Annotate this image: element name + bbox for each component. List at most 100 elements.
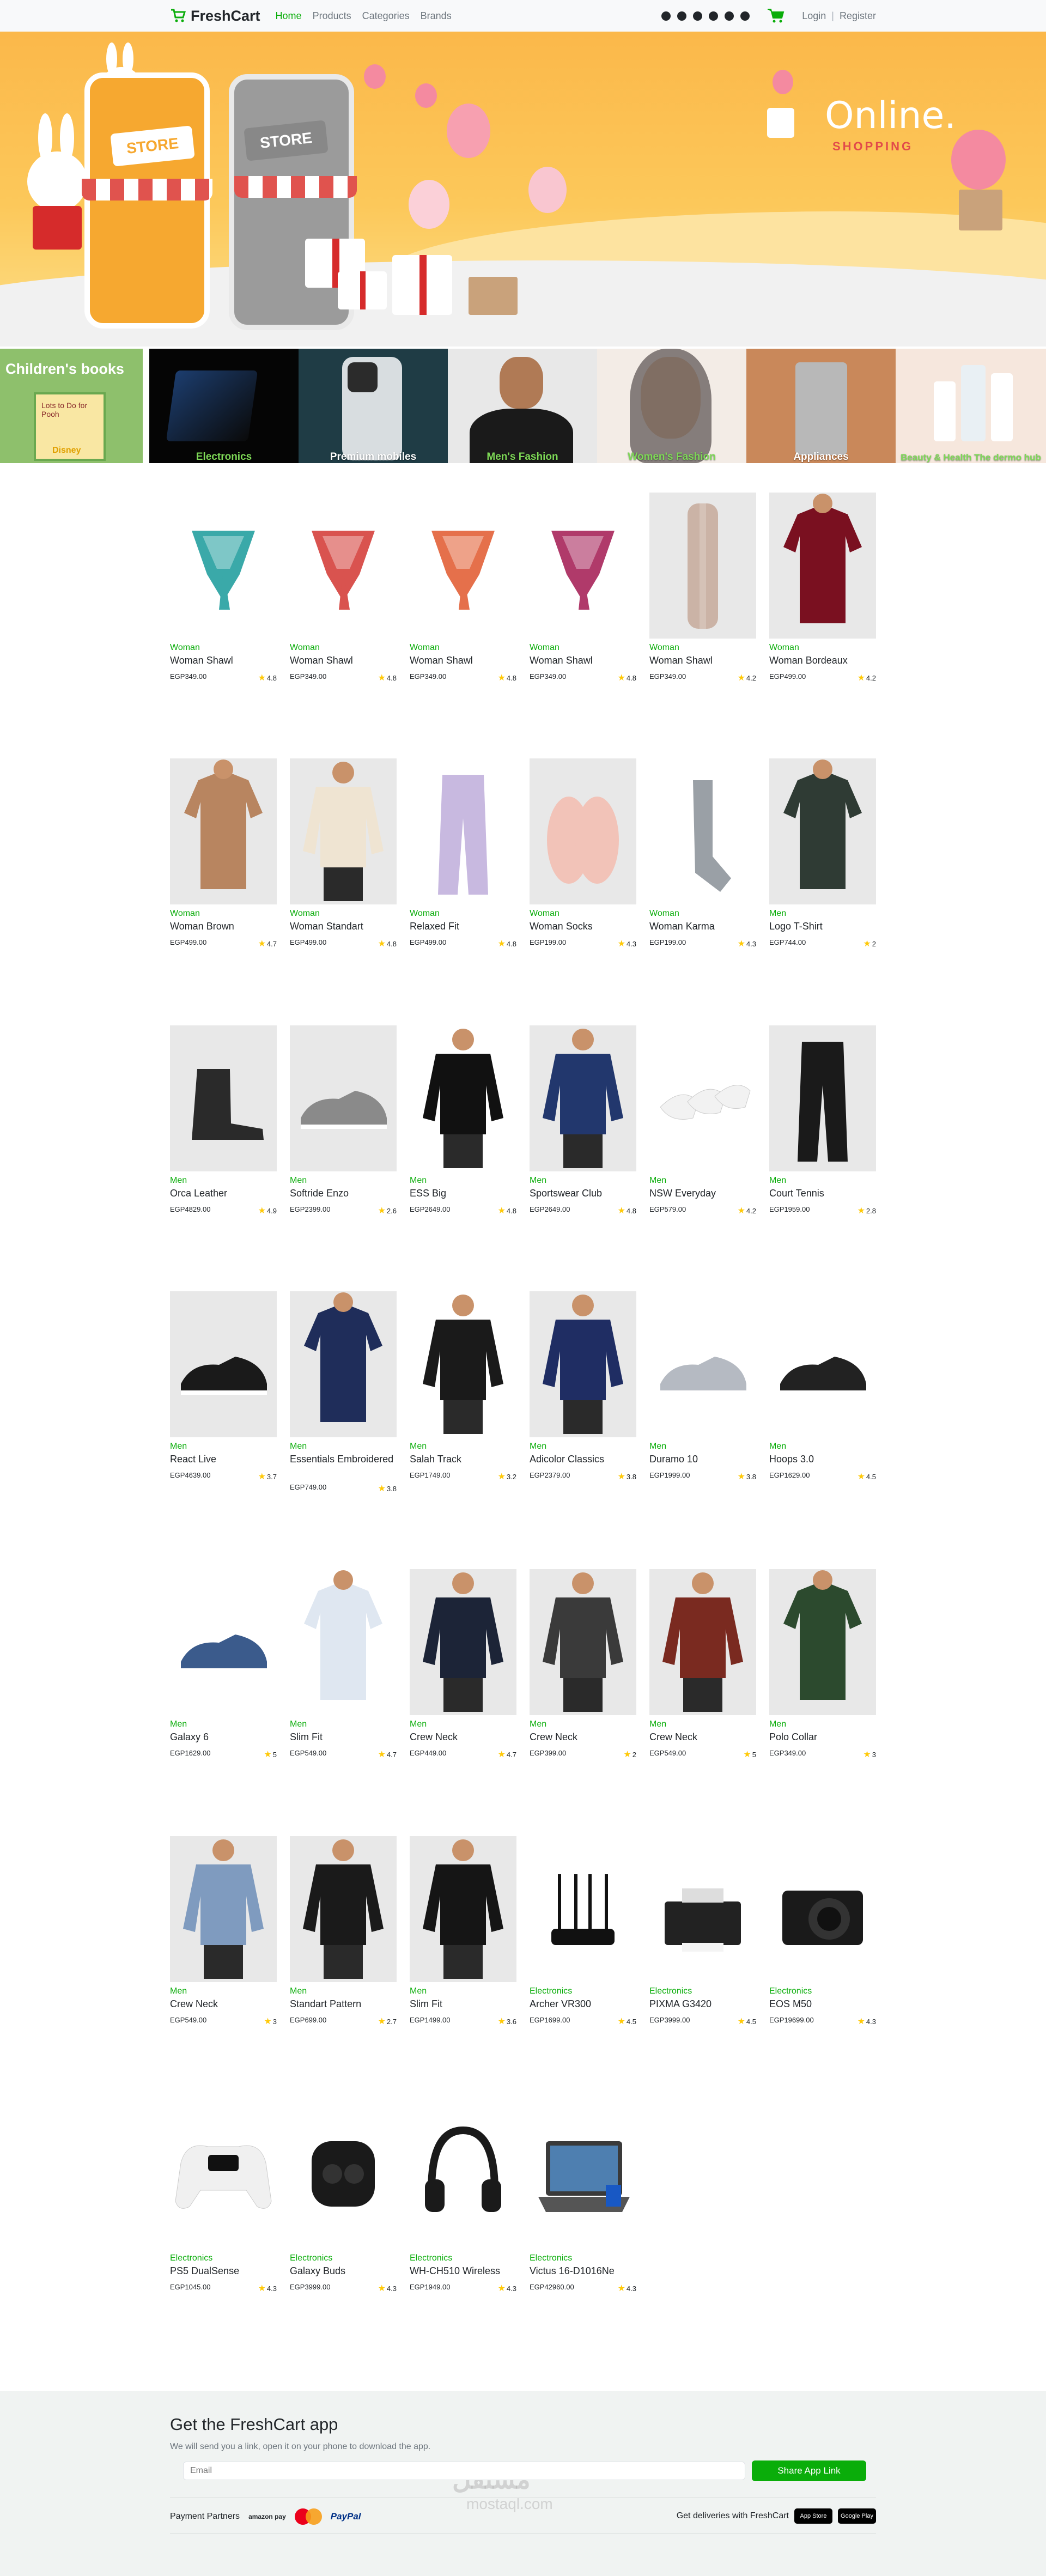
category-tile-women[interactable]: Women's Fashion xyxy=(597,349,746,463)
product-image[interactable] xyxy=(530,2103,636,2249)
product-title[interactable]: Woman Shawl xyxy=(290,655,397,666)
product-card[interactable]: Woman Woman Karma EGP199.00 ★ 4.3 xyxy=(649,758,756,949)
product-title[interactable]: Woman Socks xyxy=(530,921,636,932)
product-title[interactable]: Woman Karma xyxy=(649,921,756,932)
product-title[interactable]: WH-CH510 Wireless xyxy=(410,2265,516,2276)
nav-link-categories[interactable]: Categories xyxy=(362,10,410,22)
product-image[interactable] xyxy=(530,758,636,904)
product-card[interactable]: Men Polo Collar EGP349.00 ★ 3 xyxy=(769,1569,876,1759)
product-card[interactable]: Woman Woman Shawl EGP349.00 ★ 4.8 xyxy=(530,493,636,683)
product-card[interactable]: Electronics PS5 DualSense EGP1045.00 ★ 4.3 xyxy=(170,2103,277,2293)
product-title[interactable]: PIXMA G3420 xyxy=(649,1998,756,2009)
product-card[interactable]: Men Crew Neck EGP549.00 ★ 3 xyxy=(170,1836,277,2026)
product-image[interactable] xyxy=(290,493,397,639)
product-image[interactable] xyxy=(649,1025,756,1171)
product-card[interactable]: Men Adicolor Classics EGP2379.00 ★ 3.8 xyxy=(530,1291,636,1481)
cart-icon[interactable] xyxy=(767,8,784,23)
product-image[interactable] xyxy=(649,1291,756,1437)
product-title[interactable]: Relaxed Fit xyxy=(410,921,516,932)
product-title[interactable]: EOS M50 xyxy=(769,1998,876,2009)
product-image[interactable] xyxy=(530,1025,636,1171)
product-image[interactable] xyxy=(290,1836,397,1982)
product-image[interactable] xyxy=(170,2103,277,2249)
register-link[interactable]: Register xyxy=(840,10,876,22)
app-store-button[interactable]: App Store xyxy=(794,2508,832,2524)
product-card[interactable]: Men React Live EGP4639.00 ★ 3.7 xyxy=(170,1291,277,1481)
product-title[interactable]: Crew Neck xyxy=(530,1731,636,1742)
product-title[interactable]: Crew Neck xyxy=(170,1998,277,2009)
product-title[interactable]: Slim Fit xyxy=(290,1731,397,1742)
product-title[interactable]: Polo Collar xyxy=(769,1731,876,1742)
product-card[interactable]: Electronics Archer VR300 EGP1699.00 ★ 4.5 xyxy=(530,1836,636,2026)
product-card[interactable]: Electronics EOS M50 EGP19699.00 ★ 4.3 xyxy=(769,1836,876,2026)
product-card[interactable]: Men Crew Neck EGP549.00 ★ 5 xyxy=(649,1569,756,1759)
product-card[interactable]: Men Slim Fit EGP549.00 ★ 4.7 xyxy=(290,1569,397,1759)
product-card[interactable]: Men NSW Everyday EGP579.00 ★ 4.2 xyxy=(649,1025,756,1216)
product-title[interactable]: Woman Shawl xyxy=(530,655,636,666)
category-tile-men[interactable]: Men's Fashion xyxy=(448,349,597,463)
product-card[interactable]: Men Court Tennis EGP1959.00 ★ 2.8 xyxy=(769,1025,876,1216)
product-image[interactable] xyxy=(769,1291,876,1437)
product-card[interactable]: Woman Woman Brown EGP499.00 ★ 4.7 xyxy=(170,758,277,949)
product-image[interactable] xyxy=(290,758,397,904)
product-image[interactable] xyxy=(410,1025,516,1171)
product-card[interactable]: Woman Woman Bordeaux EGP499.00 ★ 4.2 xyxy=(769,493,876,683)
tiktok-icon[interactable] xyxy=(693,11,703,21)
product-title[interactable]: Adicolor Classics xyxy=(530,1454,636,1465)
product-title[interactable]: Woman Shawl xyxy=(410,655,516,666)
product-title[interactable]: Sportswear Club xyxy=(530,1188,636,1199)
category-tile-books[interactable]: Children's books Lots to Do for Pooh Dis… xyxy=(0,349,143,463)
instagram-icon[interactable] xyxy=(661,11,671,21)
product-image[interactable] xyxy=(170,1025,277,1171)
product-title[interactable]: React Live xyxy=(170,1454,277,1465)
category-tile-mobiles[interactable]: Premium mobiles xyxy=(299,349,448,463)
product-title[interactable]: Salah Track xyxy=(410,1454,516,1465)
product-image[interactable] xyxy=(410,758,516,904)
product-image[interactable] xyxy=(290,1569,397,1715)
product-image[interactable] xyxy=(649,1569,756,1715)
product-title[interactable]: Softride Enzo xyxy=(290,1188,397,1199)
product-title[interactable]: Court Tennis xyxy=(769,1188,876,1199)
product-card[interactable]: Men Duramo 10 EGP1999.00 ★ 3.8 xyxy=(649,1291,756,1481)
nav-link-products[interactable]: Products xyxy=(313,10,351,22)
product-card[interactable]: Electronics Galaxy Buds EGP3999.00 ★ 4.3 xyxy=(290,2103,397,2293)
category-tile-electronics[interactable]: Electronics xyxy=(149,349,299,463)
youtube-icon[interactable] xyxy=(740,11,750,21)
product-image[interactable] xyxy=(290,1025,397,1171)
product-image[interactable] xyxy=(170,1569,277,1715)
product-image[interactable] xyxy=(769,1025,876,1171)
product-image[interactable] xyxy=(170,493,277,639)
product-card[interactable]: Woman Woman Shawl EGP349.00 ★ 4.2 xyxy=(649,493,756,683)
facebook-icon[interactable] xyxy=(677,11,687,21)
product-image[interactable] xyxy=(769,758,876,904)
category-tile-appliances[interactable]: Appliances xyxy=(746,349,896,463)
product-image[interactable] xyxy=(410,493,516,639)
email-input[interactable] xyxy=(183,2462,745,2480)
share-app-link-button[interactable]: Share App Link xyxy=(752,2460,866,2481)
product-title[interactable]: Woman Shawl xyxy=(170,655,277,666)
product-card[interactable]: Men Crew Neck EGP449.00 ★ 4.7 xyxy=(410,1569,516,1759)
product-card[interactable]: Woman Woman Shawl EGP349.00 ★ 4.8 xyxy=(170,493,277,683)
product-card[interactable]: Woman Relaxed Fit EGP499.00 ★ 4.8 xyxy=(410,758,516,949)
product-card[interactable]: Men Standart Pattern EGP699.00 ★ 2.7 xyxy=(290,1836,397,2026)
product-card[interactable]: Men ESS Big EGP2649.00 ★ 4.8 xyxy=(410,1025,516,1216)
product-card[interactable]: Woman Woman Socks EGP199.00 ★ 4.3 xyxy=(530,758,636,949)
product-card[interactable]: Men Logo T-Shirt EGP744.00 ★ 2 xyxy=(769,758,876,949)
product-title[interactable]: Orca Leather xyxy=(170,1188,277,1199)
nav-link-home[interactable]: Home xyxy=(276,10,302,22)
product-title[interactable]: Woman Brown xyxy=(170,921,277,932)
product-title[interactable]: NSW Everyday xyxy=(649,1188,756,1199)
product-title[interactable]: Slim Fit xyxy=(410,1998,516,2009)
product-image[interactable] xyxy=(290,1291,397,1437)
product-image[interactable] xyxy=(410,1569,516,1715)
product-title[interactable]: ESS Big xyxy=(410,1188,516,1199)
product-card[interactable]: Woman Woman Standart EGP499.00 ★ 4.8 xyxy=(290,758,397,949)
product-image[interactable] xyxy=(170,1291,277,1437)
product-card[interactable]: Men Slim Fit EGP1499.00 ★ 3.6 xyxy=(410,1836,516,2026)
product-card[interactable]: Men Hoops 3.0 EGP1629.00 ★ 4.5 xyxy=(769,1291,876,1481)
product-image[interactable] xyxy=(649,493,756,639)
product-image[interactable] xyxy=(170,758,277,904)
twitter-icon[interactable] xyxy=(709,11,719,21)
product-image[interactable] xyxy=(290,2103,397,2249)
product-title[interactable]: Duramo 10 xyxy=(649,1454,756,1465)
